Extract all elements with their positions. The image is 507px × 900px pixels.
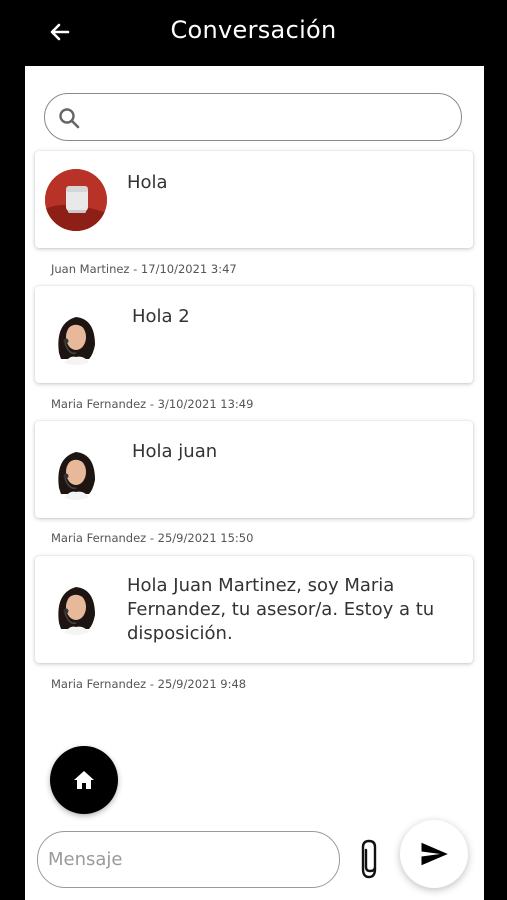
search-icon (59, 108, 80, 129)
message-meta: Maria Fernandez - 25/9/2021 15:50 (51, 531, 254, 545)
paperclip-icon (361, 839, 377, 879)
message-meta: Juan Martinez - 17/10/2021 3:47 (51, 262, 237, 276)
home-icon (74, 771, 94, 789)
message-text: Hola juan (132, 441, 218, 462)
send-icon (421, 842, 448, 866)
message-meta: Maria Fernandez - 3/10/2021 13:49 (51, 397, 254, 411)
agent-avatar (45, 573, 107, 635)
top-bar: Conversación (0, 0, 507, 66)
speaker-photo-avatar (45, 169, 107, 231)
message-card[interactable]: Hola (35, 151, 473, 248)
message-meta: Maria Fernandez - 25/9/2021 9:48 (51, 677, 247, 691)
send-button[interactable] (400, 820, 468, 888)
agent-avatar (45, 438, 107, 500)
message-text: Hola Juan Martinez, soy Maria Fernandez,… (127, 575, 435, 644)
message-card[interactable]: Hola juan (35, 421, 473, 518)
page-title: Conversación (170, 16, 337, 44)
home-button[interactable] (50, 746, 118, 814)
agent-avatar (45, 303, 107, 365)
search-input[interactable] (44, 93, 462, 141)
message-text: Hola (127, 172, 168, 193)
message-input[interactable] (37, 831, 340, 888)
attach-button[interactable] (355, 837, 385, 881)
message-card[interactable]: Hola 2 (35, 286, 473, 383)
message-text: Hola 2 (132, 306, 190, 327)
message-card[interactable]: Hola Juan Martinez, soy Maria Fernandez,… (35, 556, 473, 663)
